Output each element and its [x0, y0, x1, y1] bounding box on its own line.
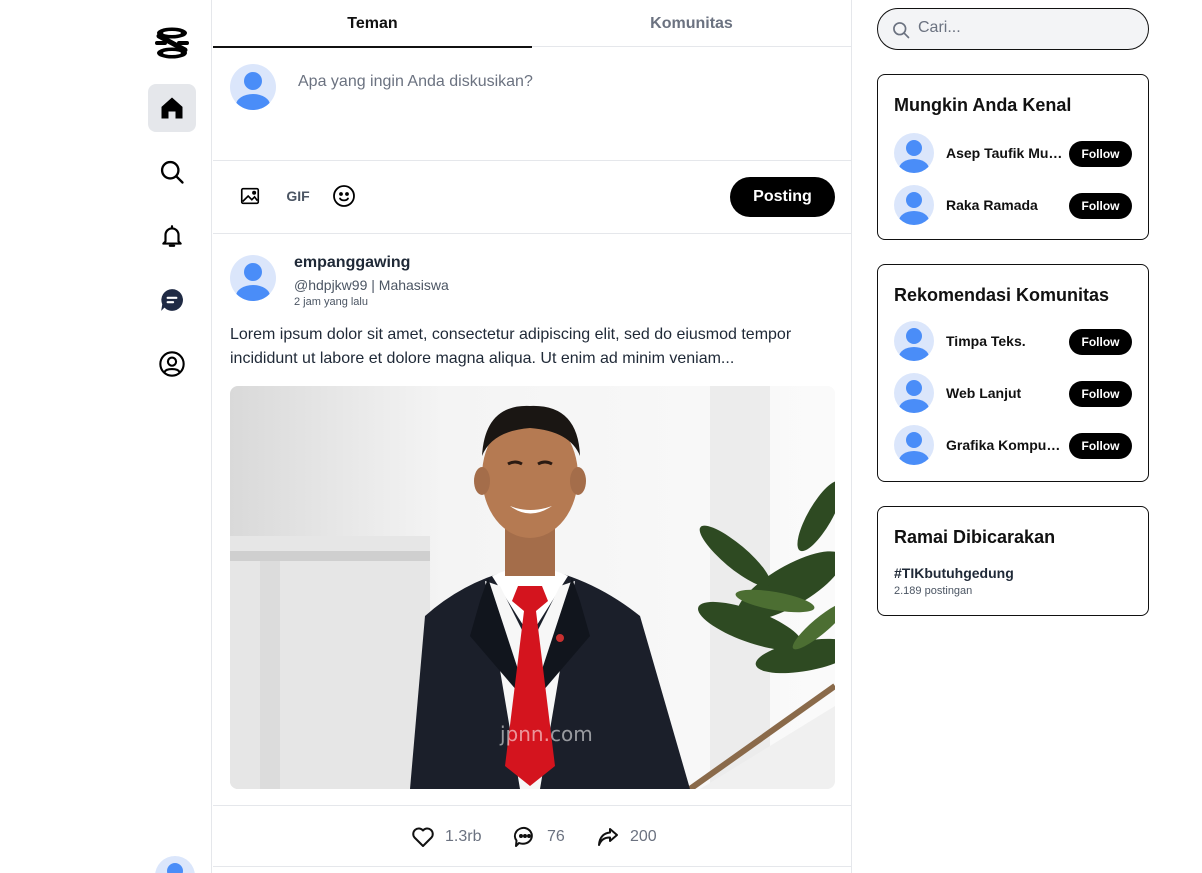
emoji-icon [333, 185, 355, 207]
comment-count: 76 [547, 828, 565, 845]
left-sidebar [0, 0, 212, 873]
people-card-title: Mungkin Anda Kenal [894, 95, 1072, 115]
post-actions: 1.3rb 76 200 [213, 805, 852, 867]
post-timestamp: 2 jam yang lalu [294, 296, 368, 308]
community-name[interactable]: Timpa Teks. [946, 333, 1064, 349]
community-list-item: Grafika Komputer Follow [894, 425, 1134, 465]
post-composer: GIF Posting [213, 47, 852, 234]
posting-button[interactable]: Posting [730, 177, 835, 217]
add-gif-button[interactable]: GIF [284, 184, 312, 208]
nav-search-button[interactable] [148, 148, 196, 196]
nav-notifications-button[interactable] [148, 212, 196, 260]
add-image-button[interactable] [238, 184, 262, 208]
search-icon [893, 22, 910, 39]
community-list-item: Web Lanjut Follow [894, 373, 1134, 413]
tab-komunitas[interactable]: Komunitas [532, 0, 851, 47]
home-icon [161, 97, 183, 119]
community-card-title: Rekomendasi Komunitas [894, 285, 1110, 305]
composer-avatar [230, 64, 276, 110]
app-logo-icon[interactable] [153, 24, 191, 62]
follow-button[interactable]: Follow [1069, 193, 1132, 219]
trending-hashtag[interactable]: #TIKbutuhgedung [894, 565, 1014, 581]
people-avatar[interactable] [894, 133, 934, 173]
post-author-name[interactable]: empanggawing [294, 254, 410, 272]
people-name[interactable]: Raka Ramada [946, 197, 1064, 213]
community-avatar[interactable] [894, 373, 934, 413]
follow-button[interactable]: Follow [1069, 141, 1132, 167]
community-avatar[interactable] [894, 321, 934, 361]
post-text: Lorem ipsum dolor sit amet, consectetur … [230, 326, 792, 367]
image-icon [240, 187, 260, 205]
chat-icon [161, 289, 183, 311]
nav-home-button[interactable] [148, 84, 196, 132]
community-recommendations-card: Rekomendasi Komunitas Timpa Teks. Follow… [877, 264, 1149, 482]
share-icon [598, 828, 618, 846]
add-emoji-button[interactable] [332, 184, 356, 208]
community-avatar[interactable] [894, 425, 934, 465]
follow-button[interactable]: Follow [1069, 329, 1132, 355]
user-circle-icon [159, 351, 185, 377]
feed-tabs: Teman Komunitas [213, 0, 852, 48]
people-avatar[interactable] [894, 185, 934, 225]
bell-icon [162, 225, 182, 247]
community-list-item: Timpa Teks. Follow [894, 321, 1134, 361]
follow-button[interactable]: Follow [1069, 433, 1132, 459]
comment-button[interactable]: 76 [513, 826, 565, 848]
comment-icon [513, 826, 533, 847]
current-user-avatar[interactable] [155, 856, 195, 873]
people-list-item: Asep Taufik Muh... Follow [894, 133, 1134, 173]
share-count: 200 [630, 828, 657, 845]
follow-button[interactable]: Follow [1069, 381, 1132, 407]
people-you-may-know-card: Mungkin Anda Kenal Asep Taufik Muh... Fo… [877, 74, 1149, 240]
like-button[interactable]: 1.3rb [411, 826, 481, 848]
community-name[interactable]: Grafika Komputer [946, 437, 1064, 453]
nav-messages-button[interactable] [148, 276, 196, 324]
people-list-item: Raka Ramada Follow [894, 185, 1134, 225]
composer-divider [213, 160, 852, 161]
nav-profile-button[interactable] [148, 340, 196, 388]
main-feed: Teman Komunitas GIF Posting [213, 0, 852, 873]
search-box [877, 8, 1149, 50]
people-name[interactable]: Asep Taufik Muh... [946, 145, 1064, 161]
heart-icon [412, 827, 434, 847]
tab-teman[interactable]: Teman [213, 0, 532, 48]
share-button[interactable]: 200 [596, 826, 657, 848]
image-watermark: jpnn.com [499, 722, 593, 746]
search-icon [160, 160, 184, 184]
composer-input[interactable] [298, 73, 818, 91]
post-author-meta: @hdpjkw99 | Mahasiswa [294, 277, 449, 293]
post-image[interactable]: jpnn.com [230, 386, 835, 789]
trending-card: Ramai Dibicarakan #TIKbutuhgedung 2.189 … [877, 506, 1149, 616]
like-count: 1.3rb [445, 828, 482, 845]
post-author-avatar[interactable] [230, 255, 276, 301]
trending-card-title: Ramai Dibicarakan [894, 527, 1056, 547]
trending-post-count: 2.189 postingan [894, 585, 973, 597]
search-input[interactable] [918, 19, 1138, 37]
community-name[interactable]: Web Lanjut [946, 385, 1064, 401]
